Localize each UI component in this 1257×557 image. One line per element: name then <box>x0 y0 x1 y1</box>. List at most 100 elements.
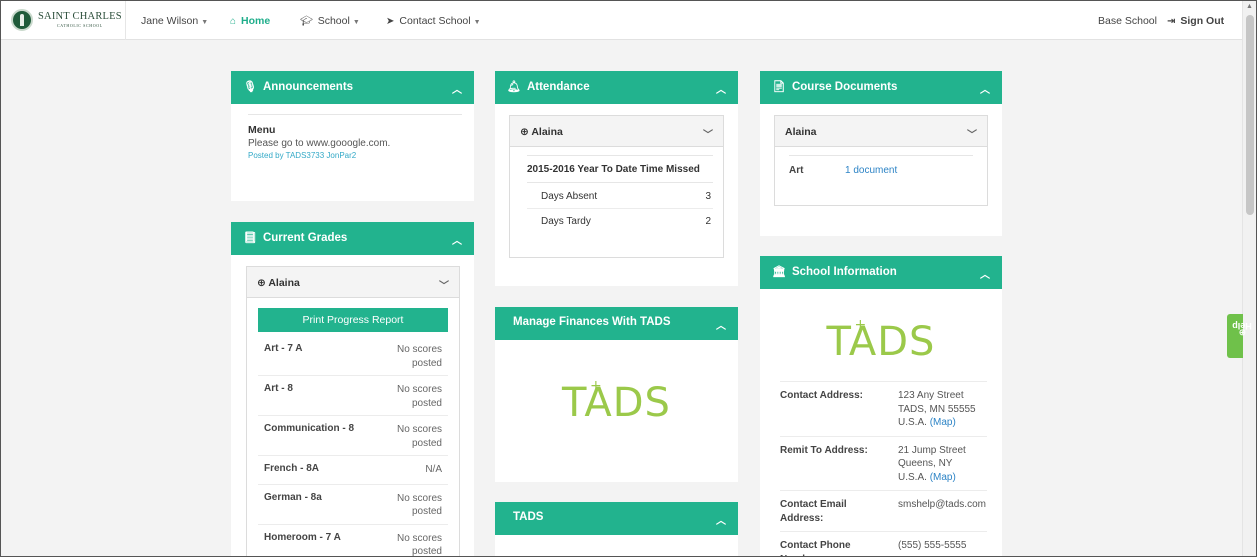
grades-student-name: Alaina <box>268 277 300 289</box>
app-frame: SAINT CHARLES CATHOLIC SCHOOL Jane Wilso… <box>0 0 1257 557</box>
attendance-period: 2015-2016 Year To Date Time Missed <box>527 155 713 183</box>
bell-icon: 🔔︎ <box>507 81 521 93</box>
print-progress-report-button[interactable]: Print Progress Report <box>258 308 448 332</box>
school-information-header[interactable]: 🏛︎ School Information ︿ <box>760 256 1002 289</box>
user-name: Jane Wilson <box>141 15 199 27</box>
page-scrollbar[interactable]: ▲ <box>1242 1 1256 556</box>
info-row: Contact Email Address: smshelp@tads.com <box>780 490 987 531</box>
tads-panel: TADS ︿ <box>495 502 738 556</box>
sign-out-icon: ⇥ <box>1167 16 1176 27</box>
school-information-title: School Information <box>791 266 897 278</box>
chevron-up-icon[interactable]: ︿ <box>980 266 990 281</box>
tads-panel-title: TADS <box>513 511 544 523</box>
sign-out-link[interactable]: ⇥ Sign Out <box>1167 15 1224 27</box>
info-label: Contact Phone Number: <box>780 540 851 556</box>
course-doc-row: Art 1 document <box>789 155 973 176</box>
grades-student-panel: ⊕ Alaina ﹀ Print Progress Report Art - 7… <box>246 266 460 557</box>
announcements-title: Announcements <box>262 81 354 93</box>
attendance-student-header[interactable]: ⊕ Alaina ﹀ <box>510 116 723 147</box>
user-menu[interactable]: Jane Wilson ▼ <box>141 15 208 27</box>
course-documents-header[interactable]: 📄︎ Course Documents ︿ <box>760 71 1002 104</box>
info-label: Contact Address: <box>780 390 863 401</box>
tads-plus-icon: + <box>854 317 868 333</box>
grade-course: Homeroom - 7 A <box>264 531 341 543</box>
attendance-student-name: Alaina <box>531 126 563 138</box>
school-logo[interactable]: SAINT CHARLES CATHOLIC SCHOOL <box>11 9 122 31</box>
manage-finances-header[interactable]: Manage Finances With TADS ︿ <box>495 307 738 340</box>
chevron-up-icon[interactable]: ︿ <box>980 81 990 96</box>
course-docs-student-panel: Alaina ﹀ Art 1 document <box>774 115 988 206</box>
address-line: U.S.A. <box>898 417 927 428</box>
help-tab[interactable]: Help ⊕ <box>1227 314 1252 358</box>
grade-course: Communication - 8 <box>264 423 355 434</box>
info-row: Contact Phone Number: (555) 555-5555 <box>780 531 987 556</box>
chevron-up-icon[interactable]: ︿ <box>452 81 462 96</box>
grade-status: No scores posted <box>396 424 442 449</box>
attendance-header[interactable]: 🔔︎ Attendance ︿ <box>495 71 738 104</box>
grade-status: No scores posted <box>396 532 442 557</box>
grade-row[interactable]: Communication - 8 No scores posted <box>258 416 448 456</box>
nav-home[interactable]: ⌂ Home <box>230 15 270 27</box>
caret-down-icon: ▼ <box>352 19 360 26</box>
attendance-row: Days Tardy 2 <box>527 209 713 233</box>
chevron-up-icon[interactable]: ︿ <box>716 317 726 332</box>
grade-row[interactable]: German - 8a No scores posted <box>258 485 448 525</box>
grade-course: Art - 7 A <box>264 343 303 354</box>
nav-contact-label: Contact School <box>399 15 471 27</box>
address-line: 21 Jump Street <box>898 444 966 456</box>
course-documents-panel: 📄︎ Course Documents ︿ Alaina ﹀ Art 1 docu… <box>760 71 1002 236</box>
grade-course: German - 8a <box>264 491 322 503</box>
address-line: U.S.A. <box>898 471 927 483</box>
tads-logo-text: TADS <box>562 380 671 426</box>
grades-list: Art - 7 A No scores posted Art - 8 No sc… <box>258 336 448 557</box>
base-school-label: Base School <box>1098 15 1157 27</box>
announcement-body: Please go to www.gooogle.com. <box>248 138 391 150</box>
address-line: 123 Any Street <box>898 390 964 401</box>
nav-divider <box>125 1 126 40</box>
nav-school-menu[interactable]: 🎓︎ School ▼ <box>300 15 360 27</box>
course-doc-link[interactable]: 1 document <box>845 165 897 176</box>
tads-logo: + TADS <box>827 317 936 365</box>
course-doc-name: Art <box>789 165 804 176</box>
address-line: Queens, NY <box>898 458 953 469</box>
grade-status: No scores posted <box>396 492 442 518</box>
nav-contact-menu[interactable]: ➤ Contact School ▼ <box>386 15 481 27</box>
course-docs-student-header[interactable]: Alaina ﹀ <box>775 116 987 147</box>
info-row: Contact Address: 123 Any Street TADS, MN… <box>780 381 987 436</box>
logo-subtitle: CATHOLIC SCHOOL <box>57 22 103 28</box>
announcements-panel: 🎙︎ Announcements ︿ Menu Please go to www.… <box>231 71 474 201</box>
chevron-down-icon[interactable]: ﹀ <box>703 126 713 141</box>
announcements-header[interactable]: 🎙︎ Announcements ︿ <box>231 71 474 104</box>
base-school-link[interactable]: Base School <box>1098 15 1157 27</box>
grade-row[interactable]: French - 8A N/A <box>258 456 448 485</box>
info-label: Remit To Address: <box>780 444 868 456</box>
graduation-cap-icon: 🎓︎ <box>300 16 313 27</box>
grade-row[interactable]: Art - 7 A No scores posted <box>258 336 448 376</box>
nav-school-label: School <box>317 15 350 27</box>
scrollbar-thumb[interactable] <box>1246 15 1254 215</box>
attendance-panel: 🔔︎ Attendance ︿ ⊕ Alaina ﹀ 2015-2016 Year… <box>495 71 738 286</box>
chevron-up-icon[interactable]: ︿ <box>716 512 726 527</box>
map-link[interactable]: (Map) <box>930 417 956 428</box>
grade-row[interactable]: Homeroom - 7 A No scores posted <box>258 525 448 557</box>
grades-student-header[interactable]: ⊕ Alaina ﹀ <box>247 267 459 298</box>
chevron-down-icon[interactable]: ﹀ <box>439 277 449 292</box>
current-grades-header[interactable]: 📘︎ Current Grades ︿ <box>231 222 474 255</box>
chevron-up-icon[interactable]: ︿ <box>716 81 726 96</box>
attendance-row: Days Absent 3 <box>527 183 713 209</box>
current-grades-title: Current Grades <box>262 232 348 244</box>
grade-row[interactable]: Art - 8 No scores posted <box>258 376 448 416</box>
tads-panel-header[interactable]: TADS ︿ <box>495 502 738 535</box>
scroll-up-icon[interactable]: ▲ <box>1246 3 1253 10</box>
contact-email-link[interactable]: smshelp@tads.com <box>898 498 986 525</box>
map-link[interactable]: (Map) <box>930 472 956 483</box>
logo-name: SAINT CHARLES <box>38 11 122 23</box>
attendance-value: 2 <box>705 216 711 227</box>
info-label: Contact Email Address: <box>780 499 847 524</box>
chevron-down-icon[interactable]: ﹀ <box>967 126 977 141</box>
book-icon: 📘︎ <box>243 232 257 244</box>
school-information-panel: 🏛︎ School Information ︿ + TADS Contact Add… <box>760 256 1002 556</box>
chevron-up-icon[interactable]: ︿ <box>452 232 462 247</box>
document-icon: 📄︎ <box>772 81 786 93</box>
tads-logo[interactable]: + TADS <box>562 378 671 426</box>
